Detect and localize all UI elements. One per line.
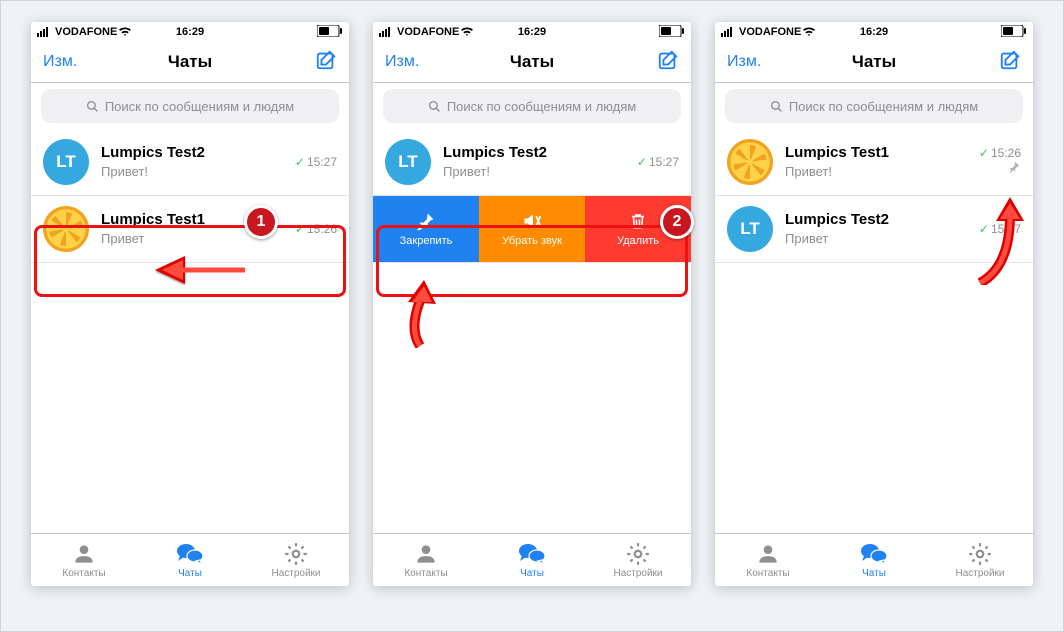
avatar: LT [727, 206, 773, 252]
search-input[interactable]: Поиск по сообщениям и людям [41, 89, 339, 123]
tab-bar: Контакты Чаты Настройки [31, 533, 349, 586]
status-bar: VODAFONE 16:29 [31, 22, 349, 42]
tab-settings[interactable]: Настройки [243, 534, 349, 586]
search-icon [86, 100, 99, 113]
compose-button[interactable] [297, 49, 337, 76]
search-icon [770, 100, 783, 113]
edit-button[interactable]: Изм. [43, 53, 83, 71]
tab-contacts[interactable]: Контакты [373, 534, 479, 586]
page-title: Чаты [510, 52, 554, 72]
chat-name: Lumpics Test2 [443, 144, 629, 162]
pin-action[interactable]: Закрепить [373, 196, 479, 262]
search-input[interactable]: Поиск по сообщениям и людям [725, 89, 1023, 123]
tab-chats[interactable]: Чаты [479, 534, 585, 586]
battery-icon [317, 25, 343, 37]
chat-preview: Привет! [785, 164, 971, 180]
compose-button[interactable] [639, 49, 679, 76]
edit-button[interactable]: Изм. [385, 53, 425, 71]
action-label: Убрать звук [502, 235, 562, 247]
tab-settings[interactable]: Настройки [585, 534, 691, 586]
navbar: Изм. Чаты [373, 42, 691, 83]
chat-preview: Привет [785, 231, 971, 247]
screen-3: VODAFONE 16:29 Изм. Чаты Поиск по сообще… [715, 22, 1033, 586]
checkmark-icon: ✓ [637, 155, 647, 169]
chat-time: 15:26 [991, 146, 1021, 160]
screen-1: VODAFONE 16:29 Изм. Чаты Поиск по сообще… [31, 22, 349, 586]
pin-icon [416, 211, 436, 231]
step-badge-2: 2 [660, 205, 694, 239]
search-input[interactable]: Поиск по сообщениям и людям [383, 89, 681, 123]
page-title: Чаты [852, 52, 896, 72]
chat-time: 15:27 [649, 155, 679, 169]
chat-row[interactable]: LT Lumpics Test2 Привет! ✓15:27 [373, 129, 691, 196]
navbar: Изм. Чаты [31, 42, 349, 83]
compose-button[interactable] [981, 49, 1021, 76]
screen-2: VODAFONE 16:29 Изм. Чаты Поиск по сообще… [373, 22, 691, 586]
pinned-icon [1007, 160, 1021, 179]
carrier-label: VODAFONE [55, 26, 117, 38]
search-icon [428, 100, 441, 113]
avatar [727, 139, 773, 185]
action-label: Удалить [617, 235, 659, 247]
chat-time: 15:27 [307, 155, 337, 169]
avatar: LT [385, 139, 431, 185]
tab-bar: Контакты Чаты Настройки [715, 533, 1033, 586]
mute-action[interactable]: Убрать звук [479, 196, 585, 262]
chat-preview: Привет! [101, 164, 287, 180]
status-bar: VODAFONE 16:29 [715, 22, 1033, 42]
checkmark-icon: ✓ [295, 155, 305, 169]
chat-name: Lumpics Test2 [785, 211, 971, 229]
action-label: Закрепить [400, 235, 453, 247]
chat-name: Lumpics Test1 [785, 144, 971, 162]
tab-settings[interactable]: Настройки [927, 534, 1033, 586]
tab-label: Чаты [178, 568, 202, 579]
checkmark-icon: ✓ [979, 146, 989, 160]
chat-time: 15:27 [991, 222, 1021, 236]
search-placeholder: Поиск по сообщениям и людям [105, 99, 294, 114]
trash-icon [629, 211, 647, 231]
status-bar: VODAFONE 16:29 [373, 22, 691, 42]
mute-icon [522, 211, 542, 231]
tab-label: Настройки [271, 568, 320, 579]
tab-bar: Контакты Чаты Настройки [373, 533, 691, 586]
tab-contacts[interactable]: Контакты [715, 534, 821, 586]
tutorial-stage: VODAFONE 16:29 Изм. Чаты Поиск по сообще… [0, 0, 1064, 632]
chat-row[interactable]: LT Lumpics Test2 Привет! ✓15:27 [31, 129, 349, 196]
chat-time: 15:26 [307, 222, 337, 236]
chat-row[interactable]: LT Lumpics Test2 Привет ✓15:27 [715, 196, 1033, 263]
edit-button[interactable]: Изм. [727, 53, 767, 71]
swipe-actions: Закрепить Убрать звук Удалить [373, 196, 691, 263]
chat-name: Lumpics Test2 [101, 144, 287, 162]
chat-row[interactable]: Lumpics Test1 Привет ✓15:26 [31, 196, 349, 263]
chat-row[interactable]: Lumpics Test1 Привет! ✓15:26 [715, 129, 1033, 196]
tab-contacts[interactable]: Контакты [31, 534, 137, 586]
avatar: LT [43, 139, 89, 185]
tab-chats[interactable]: Чаты [821, 534, 927, 586]
tab-chats[interactable]: Чаты [137, 534, 243, 586]
page-title: Чаты [168, 52, 212, 72]
navbar: Изм. Чаты [715, 42, 1033, 83]
step-badge-1: 1 [244, 205, 278, 239]
checkmark-icon: ✓ [295, 222, 305, 236]
chat-preview: Привет! [443, 164, 629, 180]
avatar [43, 206, 89, 252]
tab-label: Контакты [62, 568, 105, 579]
checkmark-icon: ✓ [979, 222, 989, 236]
